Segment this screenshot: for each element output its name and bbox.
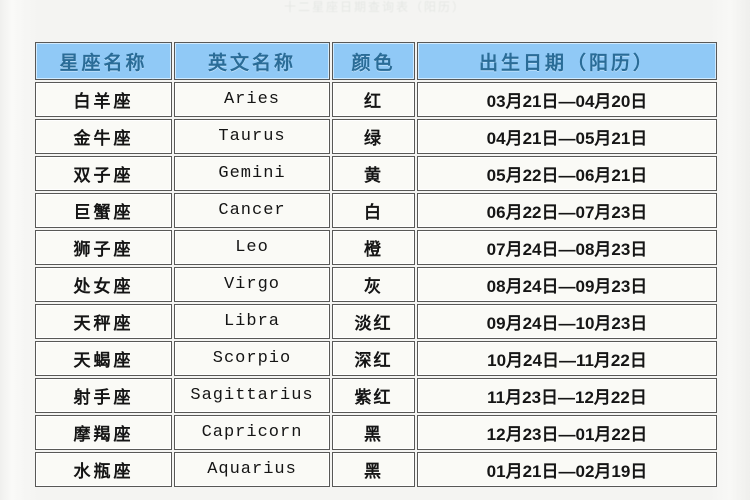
cell-color: 深红 <box>332 341 415 376</box>
cell-eng: Aries <box>174 82 330 117</box>
cell-date: 03月21日—04月20日 <box>417 82 717 117</box>
cell-color: 红 <box>332 82 415 117</box>
cell-name: 摩羯座 <box>35 415 172 450</box>
cell-date: 04月21日—05月21日 <box>417 119 717 154</box>
cell-name: 天蝎座 <box>35 341 172 376</box>
cell-name: 水瓶座 <box>35 452 172 487</box>
cell-eng: Virgo <box>174 267 330 302</box>
cell-date: 10月24日—11月22日 <box>417 341 717 376</box>
cell-name: 射手座 <box>35 378 172 413</box>
table-row: 天秤座 Libra 淡红 09月24日—10月23日 <box>35 304 717 339</box>
cell-color: 黑 <box>332 415 415 450</box>
cell-eng: Leo <box>174 230 330 265</box>
cell-color: 绿 <box>332 119 415 154</box>
cell-color: 白 <box>332 193 415 228</box>
cell-name: 金牛座 <box>35 119 172 154</box>
cell-eng: Scorpio <box>174 341 330 376</box>
cell-date: 08月24日—09月23日 <box>417 267 717 302</box>
cell-eng: Aquarius <box>174 452 330 487</box>
cell-eng: Cancer <box>174 193 330 228</box>
table-row: 处女座 Virgo 灰 08月24日—09月23日 <box>35 267 717 302</box>
cell-color: 黑 <box>332 452 415 487</box>
table-row: 白羊座 Aries 红 03月21日—04月20日 <box>35 82 717 117</box>
cell-date: 01月21日—02月19日 <box>417 452 717 487</box>
cell-date: 05月22日—06月21日 <box>417 156 717 191</box>
page-caption: 十二星座日期查询表（阳历） <box>283 0 466 14</box>
cell-name: 处女座 <box>35 267 172 302</box>
table-row: 射手座 Sagittarius 紫红 11月23日—12月22日 <box>35 378 717 413</box>
cell-eng: Libra <box>174 304 330 339</box>
cell-name: 白羊座 <box>35 82 172 117</box>
cell-eng: Gemini <box>174 156 330 191</box>
cell-color: 黄 <box>332 156 415 191</box>
zodiac-sign-table: 星座名称 英文名称 颜色 出生日期（阳历） 白羊座 Aries 红 03月21日—04… <box>33 40 719 489</box>
zodiac-table-container: 星座名称 英文名称 颜色 出生日期（阳历） 白羊座 Aries 红 03月21日—04… <box>33 40 717 489</box>
column-header-english-name: 英文名称 <box>174 42 330 80</box>
table-row: 金牛座 Taurus 绿 04月21日—05月21日 <box>35 119 717 154</box>
cell-name: 双子座 <box>35 156 172 191</box>
table-row: 双子座 Gemini 黄 05月22日—06月21日 <box>35 156 717 191</box>
cell-date: 06月22日—07月23日 <box>417 193 717 228</box>
cell-date: 07月24日—08月23日 <box>417 230 717 265</box>
table-row: 狮子座 Leo 橙 07月24日—08月23日 <box>35 230 717 265</box>
cell-name: 巨蟹座 <box>35 193 172 228</box>
column-header-birth-date: 出生日期（阳历） <box>417 42 717 80</box>
column-header-color: 颜色 <box>332 42 415 80</box>
table-row: 水瓶座 Aquarius 黑 01月21日—02月19日 <box>35 452 717 487</box>
table-row: 摩羯座 Capricorn 黑 12月23日—01月22日 <box>35 415 717 450</box>
cell-eng: Taurus <box>174 119 330 154</box>
cell-eng: Capricorn <box>174 415 330 450</box>
cell-color: 紫红 <box>332 378 415 413</box>
cell-name: 狮子座 <box>35 230 172 265</box>
cell-color: 灰 <box>332 267 415 302</box>
cell-date: 12月23日—01月22日 <box>417 415 717 450</box>
table-header: 星座名称 英文名称 颜色 出生日期（阳历） <box>35 42 717 80</box>
table-body: 白羊座 Aries 红 03月21日—04月20日 金牛座 Taurus 绿 04月21日—0… <box>35 82 717 487</box>
cell-color: 淡红 <box>332 304 415 339</box>
column-header-sign-name: 星座名称 <box>35 42 172 80</box>
cell-name: 天秤座 <box>35 304 172 339</box>
table-row: 天蝎座 Scorpio 深红 10月24日—11月22日 <box>35 341 717 376</box>
table-header-row: 星座名称 英文名称 颜色 出生日期（阳历） <box>35 42 717 80</box>
cell-date: 11月23日—12月22日 <box>417 378 717 413</box>
table-row: 巨蟹座 Cancer 白 06月22日—07月23日 <box>35 193 717 228</box>
cell-eng: Sagittarius <box>174 378 330 413</box>
cell-date: 09月24日—10月23日 <box>417 304 717 339</box>
cell-color: 橙 <box>332 230 415 265</box>
